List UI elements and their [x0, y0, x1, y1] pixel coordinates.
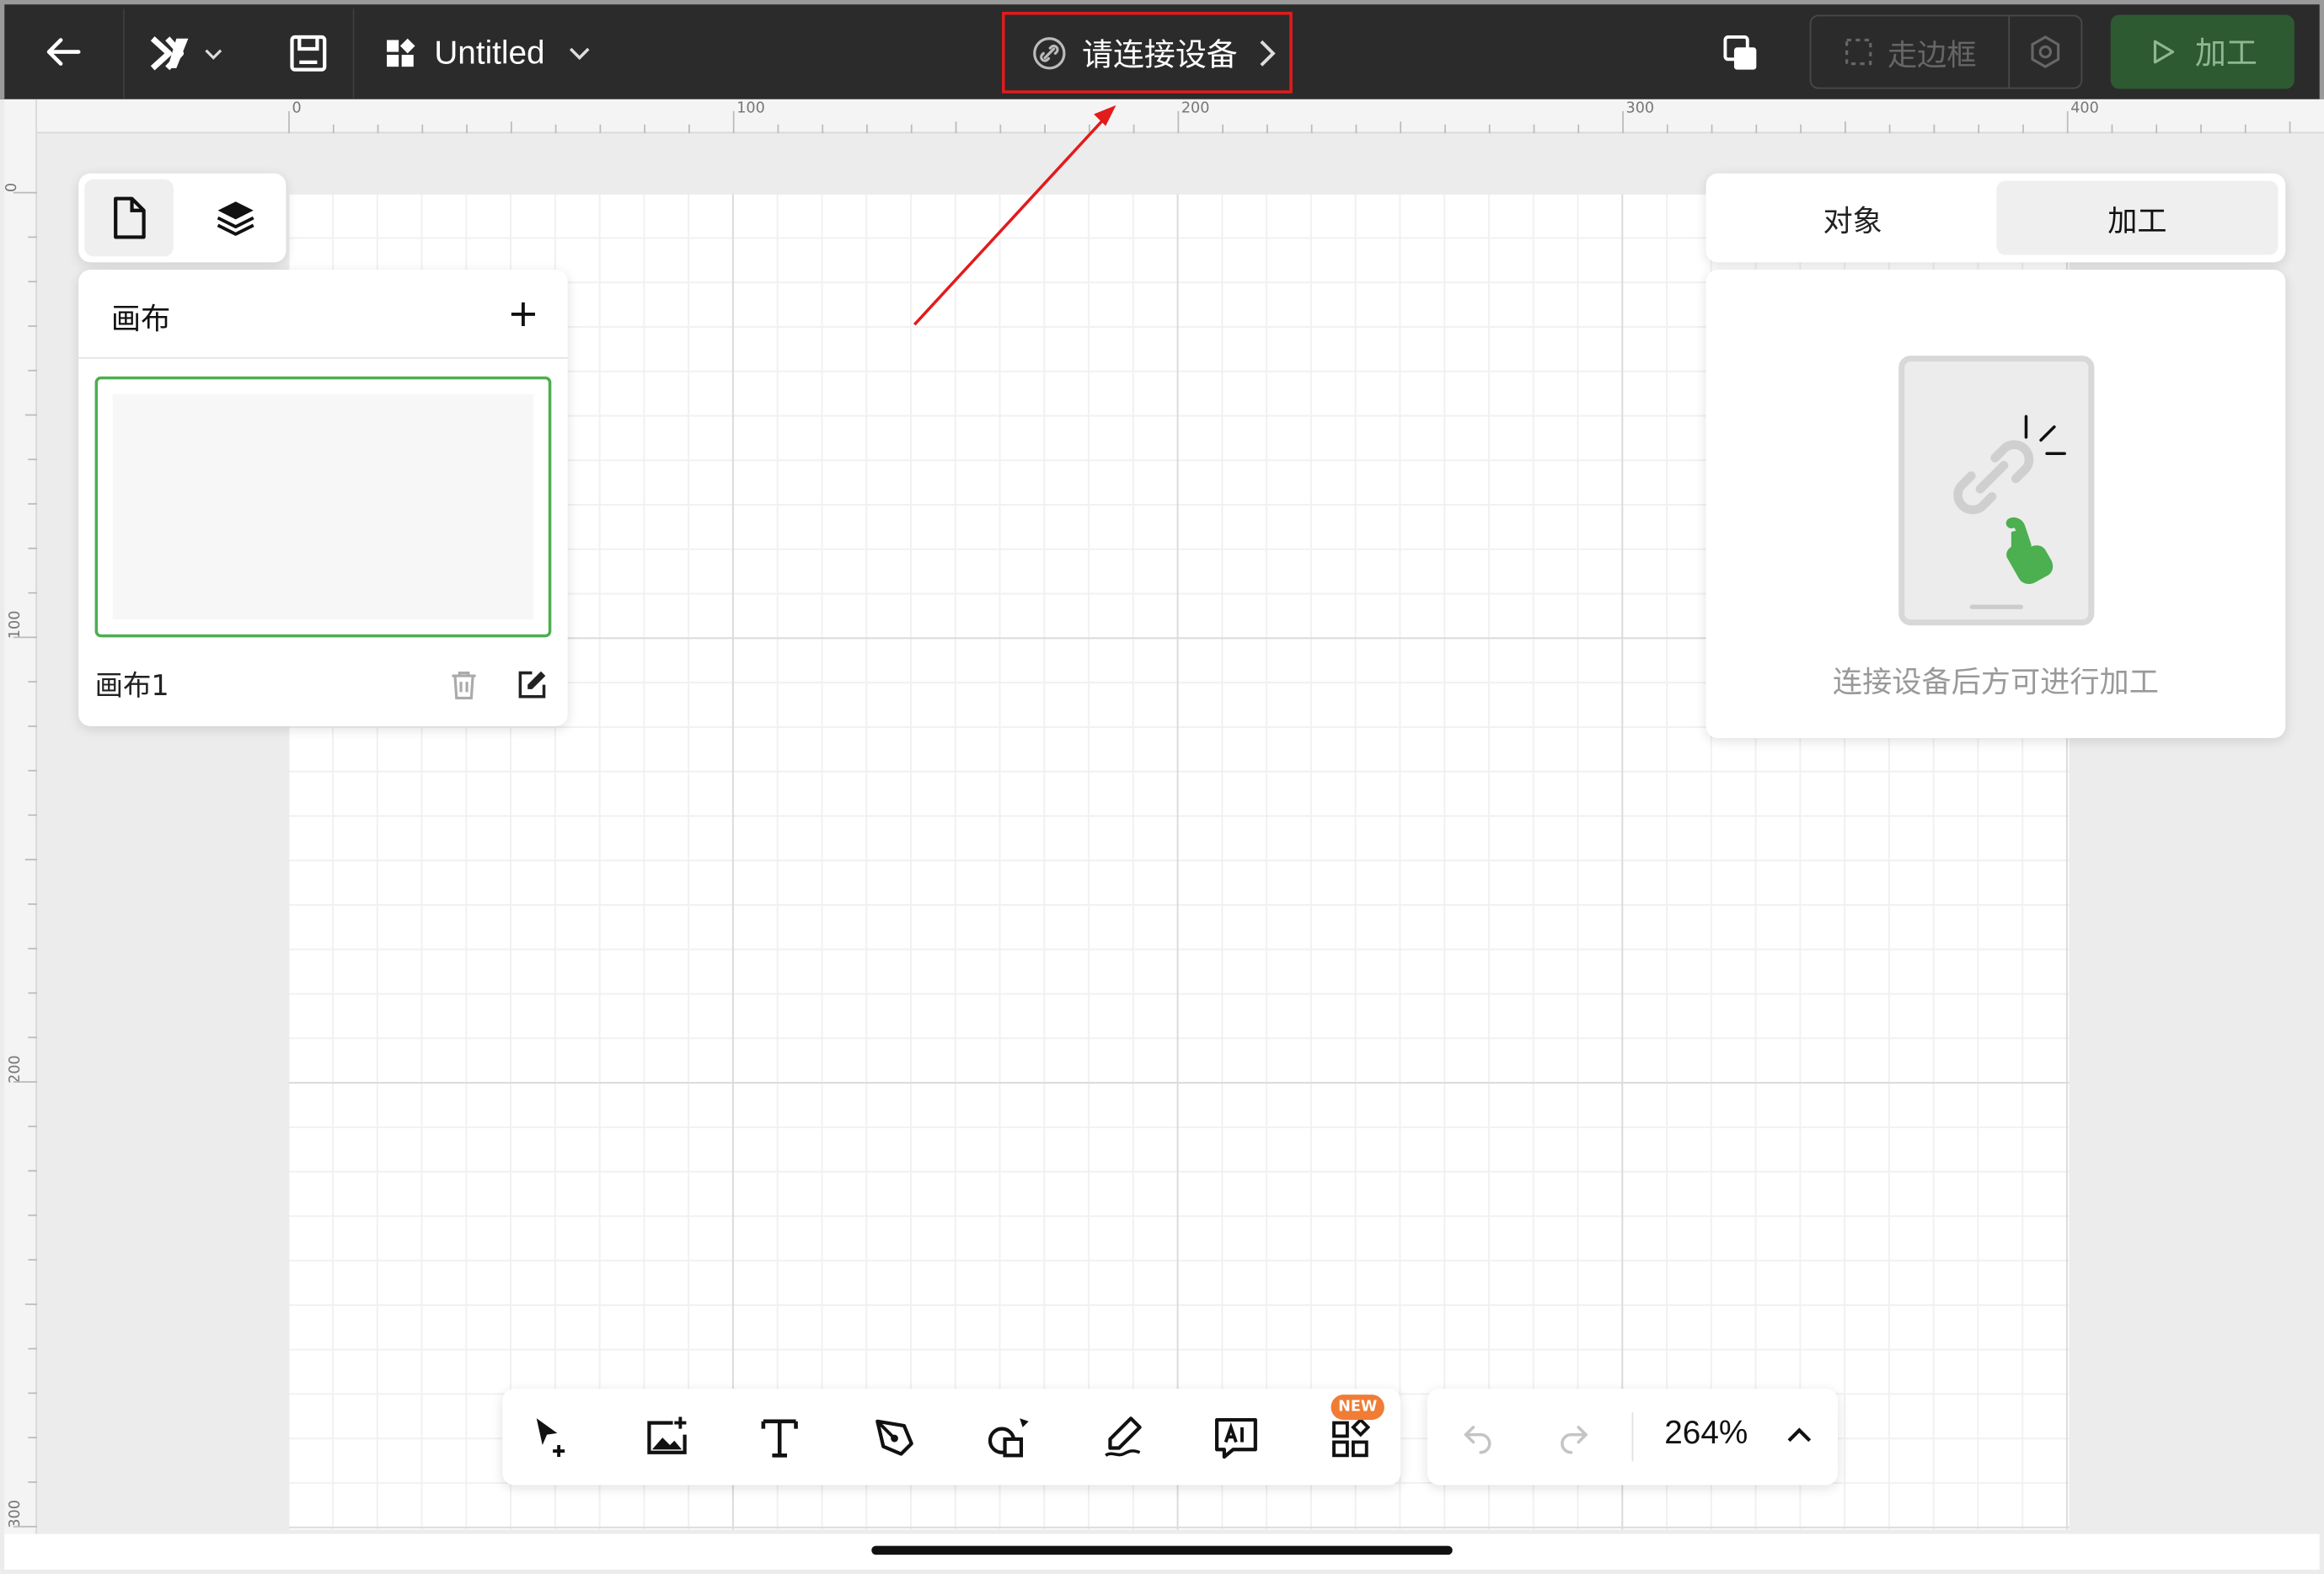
right-panel-tabs: 对象 加工 [1706, 173, 2286, 263]
frame-settings-button[interactable] [2010, 16, 2080, 87]
frame-label: 走边框 [1887, 36, 1977, 72]
tab-process-label: 加工 [2107, 202, 2167, 238]
frame-icon [1845, 38, 1872, 66]
top-toolbar: Untitled 请连接设备 走边框 加工 [0, 0, 2324, 99]
connect-device-label: 请连接设备 [1082, 36, 1238, 72]
copy-icon [1723, 35, 1757, 70]
shapes-icon [988, 1418, 1029, 1458]
image-tool[interactable] [637, 1408, 696, 1467]
copy-button[interactable] [1713, 27, 1766, 80]
trash-icon [452, 671, 476, 700]
ai-tool[interactable] [1207, 1408, 1266, 1467]
undo-button[interactable] [1454, 1412, 1502, 1459]
plus-icon [511, 302, 535, 326]
annotation-arrow [913, 104, 1116, 326]
settings-icon [2031, 35, 2060, 68]
document-title: Untitled [434, 34, 545, 72]
redo-button[interactable] [1550, 1412, 1598, 1459]
connect-device-button[interactable]: 请连接设备 [1002, 12, 1293, 94]
delete-canvas-button[interactable] [443, 664, 485, 705]
image-add-icon [647, 1416, 687, 1454]
edit-icon [518, 671, 546, 699]
document-menu[interactable]: Untitled [384, 25, 592, 82]
logo-menu[interactable] [147, 25, 236, 82]
template-icon [387, 38, 415, 67]
tab-process[interactable]: 加工 [1996, 180, 2278, 255]
file-icon [114, 196, 146, 239]
shape-tool[interactable] [978, 1408, 1037, 1467]
pen-tool[interactable] [865, 1408, 924, 1467]
home-indicator[interactable] [871, 1545, 1453, 1555]
ruler-ticks [13, 191, 37, 1528]
tab-object-label: 对象 [1823, 202, 1882, 238]
process-panel: 连接设备后方可进行加工 [1706, 270, 2286, 738]
chevron-down-icon [205, 49, 222, 60]
left-panel-tabs [78, 173, 286, 263]
pen-icon [876, 1419, 913, 1456]
redo-icon [1561, 1426, 1588, 1454]
horizontal-ruler: 0 100 200 300 400 [36, 99, 2324, 134]
back-button[interactable] [37, 22, 90, 81]
chevron-up-icon [1787, 1427, 1812, 1443]
play-icon [2153, 40, 2175, 64]
draw-icon [1105, 1416, 1142, 1457]
tab-object[interactable]: 对象 [1712, 181, 1994, 255]
app-window: Untitled 请连接设备 走边框 加工 0 100 200 300 400 … [0, 0, 2324, 1574]
zoom-level[interactable]: 264% [1664, 1414, 1748, 1453]
canvas-panel-title: 画布 [110, 301, 171, 337]
chevron-right-icon [1260, 40, 1276, 66]
undo-icon [1464, 1426, 1491, 1454]
add-canvas-button[interactable] [502, 293, 544, 335]
ai-icon [1214, 1417, 1257, 1459]
apps-icon [1332, 1417, 1371, 1458]
layers-tab[interactable] [191, 179, 281, 256]
rename-canvas-button[interactable] [511, 664, 553, 705]
frame-button[interactable]: 走边框 [1811, 16, 2011, 88]
canvas-tab[interactable] [84, 179, 174, 257]
vertical-ruler: 0 100 200 300 [4, 99, 37, 1534]
save-icon [290, 35, 327, 72]
link-icon [1033, 36, 1066, 69]
back-arrow-icon [46, 38, 81, 66]
process-button[interactable]: 加工 [2110, 14, 2295, 89]
save-button[interactable] [280, 25, 336, 82]
canvas-list-panel: 画布 画布1 [78, 270, 568, 726]
select-add-icon [536, 1418, 565, 1458]
select-tool[interactable] [522, 1408, 581, 1467]
process-label: 加工 [2194, 35, 2257, 72]
ruler-ticks [288, 110, 2291, 134]
empty-state-message: 连接设备后方可进行加工 [1832, 664, 2159, 700]
logo-icon [150, 36, 189, 71]
text-icon [761, 1419, 798, 1458]
history-zoom-bar: 264% [1427, 1389, 1839, 1486]
layers-icon [217, 201, 254, 236]
connect-device-illustration [1898, 356, 2095, 626]
new-badge: NEW [1331, 1395, 1384, 1421]
zoom-menu-button[interactable] [1779, 1416, 1820, 1457]
text-tool[interactable] [750, 1408, 809, 1467]
canvas-thumbnail[interactable] [94, 376, 552, 638]
frame-group: 走边框 [1809, 14, 2083, 89]
draw-tool[interactable] [1094, 1408, 1153, 1467]
chevron-down-icon [569, 47, 589, 61]
canvas-name: 画布1 [94, 670, 169, 703]
